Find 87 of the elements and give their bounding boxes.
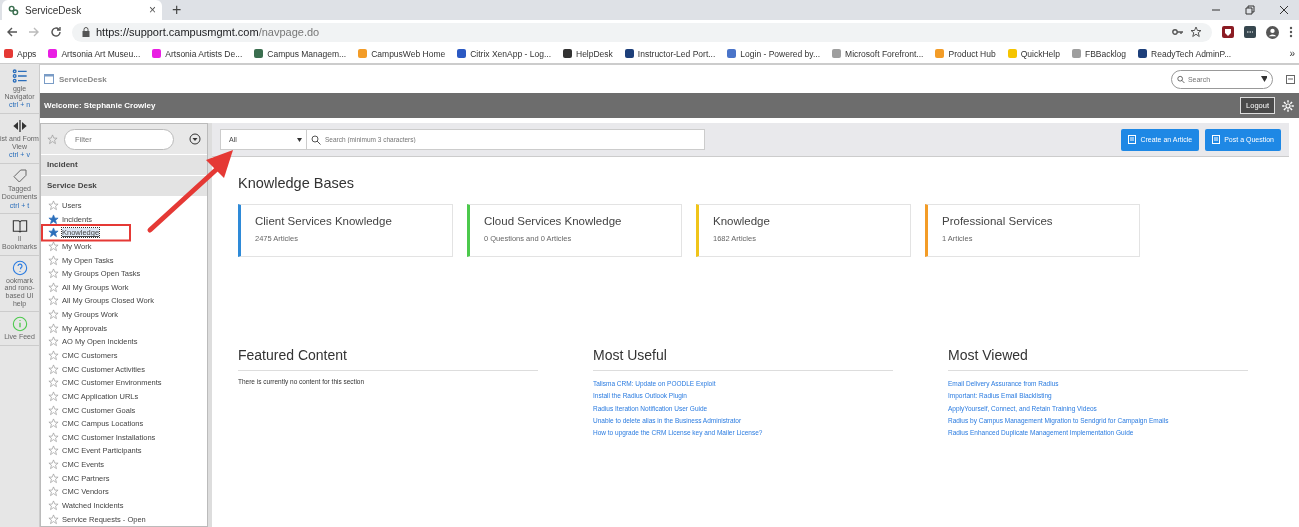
dropdown-icon[interactable] [189, 133, 201, 146]
close-icon[interactable] [1279, 5, 1289, 15]
bookmark[interactable]: Product Hub [935, 48, 996, 59]
star-icon[interactable] [48, 513, 59, 525]
app-icon [44, 74, 54, 84]
bookmark[interactable]: Artsonia Art Museu... [48, 48, 141, 59]
bookmark[interactable]: Login - Powered by... [727, 48, 821, 59]
search-icon [1177, 74, 1185, 84]
star-icon[interactable] [48, 500, 59, 512]
star-icon[interactable] [48, 363, 59, 375]
app-title: ServiceDesk [59, 74, 107, 84]
star-icon[interactable] [48, 295, 59, 307]
url-host: https://support.campusmgmt.com [96, 26, 259, 38]
browser-tab[interactable]: ServiceDesk × [2, 0, 162, 20]
more-bookmarks-button[interactable]: » [1289, 48, 1295, 59]
star-icon[interactable] [48, 268, 59, 280]
bookmark[interactable]: Instructor-Led Port... [624, 48, 716, 59]
menu-icon[interactable] [1289, 26, 1293, 38]
bookmark[interactable]: CampusWeb Home [358, 48, 446, 59]
info-icon[interactable] [11, 316, 28, 333]
restore-icon[interactable] [1245, 5, 1255, 15]
list-icon[interactable] [11, 68, 28, 84]
bookmark[interactable]: Apps [4, 48, 37, 59]
star-icon[interactable] [48, 240, 59, 252]
bookmark[interactable]: Microsoft Forefront... [832, 48, 924, 59]
bookmark[interactable]: QuickHelp [1007, 48, 1060, 59]
star-icon[interactable] [48, 486, 59, 498]
star-icon[interactable] [48, 390, 59, 402]
help-icon[interactable] [11, 259, 28, 276]
tab-title: ServiceDesk [25, 4, 83, 16]
star-icon[interactable] [48, 281, 59, 293]
section-heading: Most Useful [593, 347, 893, 371]
star-icon[interactable] [48, 309, 59, 321]
star-icon[interactable] [47, 133, 58, 145]
section-heading: Featured Content [238, 347, 538, 371]
section-heading: Most Viewed [948, 347, 1248, 371]
collapse-icon[interactable] [1286, 74, 1295, 84]
star-icon[interactable] [48, 322, 59, 334]
star-icon[interactable] [48, 199, 59, 211]
card-title: Cloud Services Knowledge [484, 215, 623, 227]
star-icon[interactable] [48, 350, 59, 361]
bookmark[interactable]: Campus Managem... [254, 48, 347, 59]
star-icon[interactable] [48, 445, 59, 457]
group-header[interactable]: Incident [41, 154, 207, 175]
settings-icon[interactable] [1281, 98, 1295, 113]
star-icon[interactable] [48, 227, 59, 239]
address-bar[interactable]: https://support.campusmgmt.com/navpage.do [72, 22, 1212, 42]
reload-icon[interactable] [50, 26, 62, 38]
extension-icon[interactable] [1244, 26, 1256, 38]
document-icon [1212, 135, 1221, 144]
caret-icon [297, 137, 302, 142]
card-title: Professional Services [942, 215, 1054, 227]
bookmark[interactable]: Citrix XenApp - Log... [457, 48, 551, 59]
profile-icon[interactable] [1266, 25, 1279, 39]
search-icon [311, 134, 321, 145]
tab-close-button[interactable]: × [149, 4, 156, 16]
star-icon[interactable] [48, 377, 59, 389]
url-path: /navpage.do [258, 26, 320, 38]
caret-icon[interactable] [1260, 76, 1267, 82]
forward-icon[interactable] [28, 26, 40, 38]
star-icon[interactable] [48, 431, 59, 443]
star-icon[interactable] [1190, 26, 1202, 38]
book-icon[interactable] [11, 218, 28, 235]
shield-icon[interactable] [1222, 26, 1234, 38]
star-icon[interactable] [48, 336, 59, 348]
card-title: Client Services Knowledge [255, 215, 393, 227]
welcome-text: Welcome: Stephanie Crowley [44, 101, 156, 110]
split-arrows-icon[interactable] [11, 118, 28, 135]
star-icon[interactable] [48, 213, 59, 225]
lock-icon [82, 27, 90, 37]
bookmark[interactable]: Artsonia Artists De... [152, 48, 243, 59]
back-icon[interactable] [6, 26, 18, 38]
logo-icon [8, 4, 19, 16]
section-title: Knowledge Bases [238, 175, 356, 191]
bookmark[interactable]: ReadyTech AdminP... [1138, 48, 1232, 59]
star-icon[interactable] [48, 404, 59, 416]
star-icon[interactable] [48, 254, 59, 266]
card-title: Knowledge [713, 215, 771, 227]
tag-icon[interactable] [11, 168, 28, 185]
key-icon[interactable] [1172, 27, 1184, 37]
bookmark[interactable]: FBBacklog [1071, 48, 1127, 59]
bookmark[interactable]: HelpDesk [563, 48, 613, 59]
new-tab-button[interactable]: + [172, 2, 182, 18]
star-icon[interactable] [48, 472, 59, 484]
star-icon[interactable] [48, 418, 59, 430]
document-icon [1128, 135, 1137, 144]
star-icon[interactable] [48, 459, 59, 471]
